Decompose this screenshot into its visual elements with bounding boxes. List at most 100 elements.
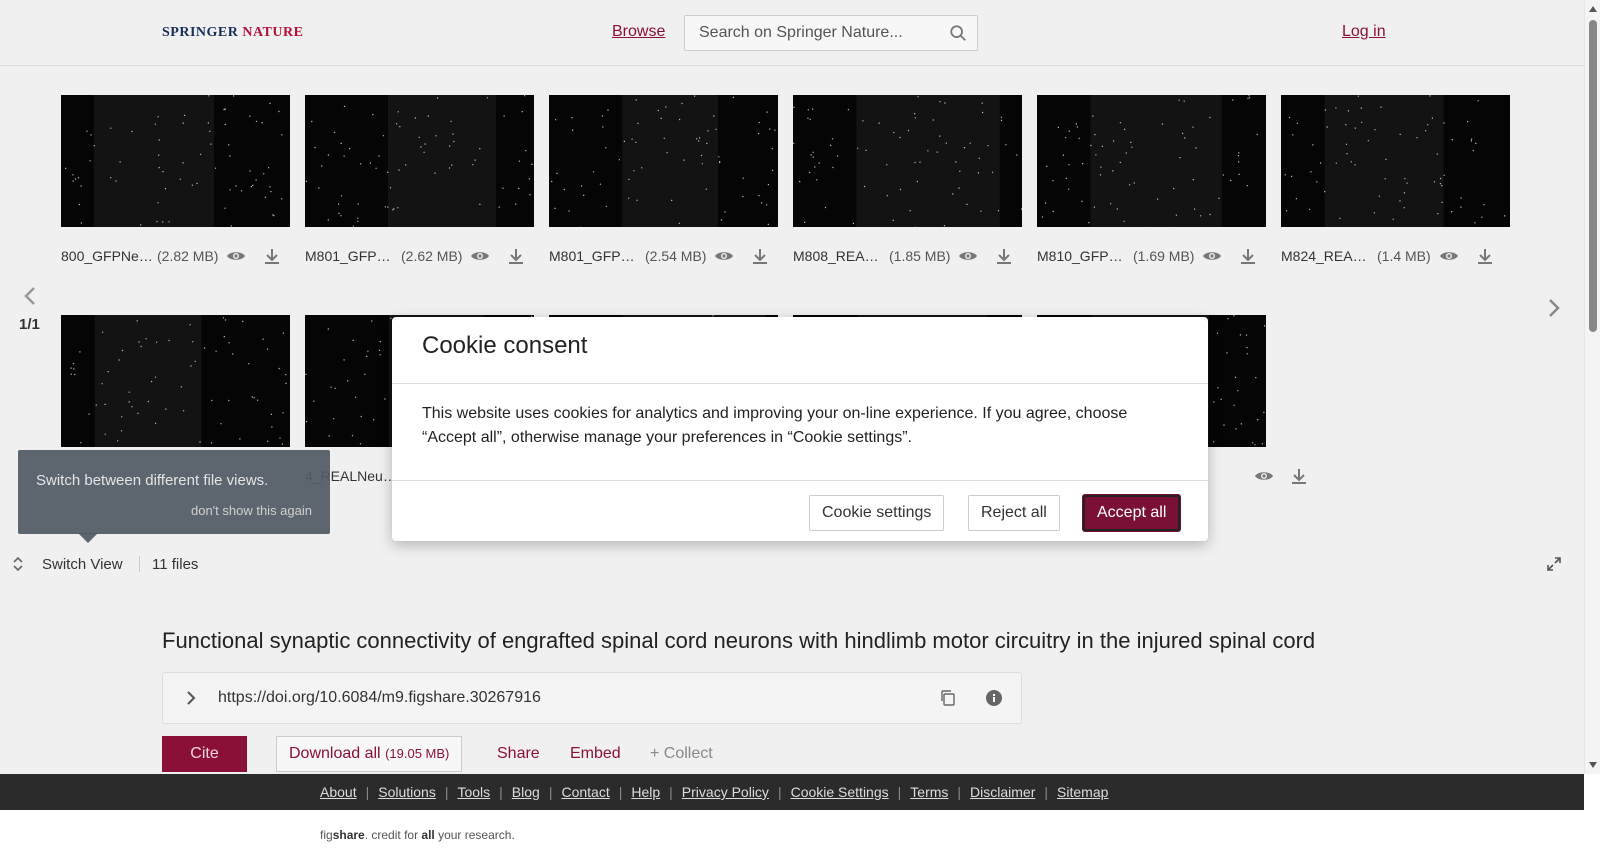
chevron-right-icon[interactable] [1544,296,1564,320]
search-box [684,15,978,51]
reject-all-button[interactable]: Reject all [968,495,1060,531]
download-icon[interactable] [750,246,770,266]
search-icon[interactable] [949,24,967,42]
file-thumbnail[interactable] [61,95,290,227]
footer-links: About | Solutions | Tools | Blog | Contact | Help |… [320,784,1108,800]
eye-icon[interactable] [958,246,978,266]
doi-box: https://doi.org/10.6084/m9.figshare.3026… [162,672,1022,724]
file-name[interactable]: M808_REALNeuN... [793,248,885,264]
eye-icon[interactable] [714,246,734,266]
footer-link-help[interactable]: Help [631,784,660,800]
footer-separator: | [669,784,673,800]
eye-icon[interactable] [470,246,490,266]
login-link[interactable]: Log in [1342,23,1386,41]
file-name[interactable]: M801_GFPNeuN... [305,248,397,264]
file-size: (1.69 MB) [1133,248,1195,264]
footer-link-cookie-settings[interactable]: Cookie Settings [791,784,889,800]
figshare-tagline: figshare. credit for all your research. [320,828,515,842]
footer-link-blog[interactable]: Blog [512,784,540,800]
scroll-down-arrow[interactable] [1589,762,1597,768]
chevron-right-icon[interactable] [183,689,199,707]
eye-icon[interactable] [1202,246,1222,266]
file-thumbnail[interactable] [793,95,1022,227]
file-size: (1.4 MB) [1377,248,1431,264]
toolbar-divider [139,556,140,572]
download-all-button[interactable]: Download all (19.05 MB) [276,736,463,772]
footer-separator: | [499,784,503,800]
file-thumbnail[interactable] [61,315,290,447]
switch-view-tooltip: Switch between different file views. don… [18,450,330,543]
file-size: (2.82 MB) [157,248,219,264]
footer-separator: | [897,784,902,800]
footer-separator: | [365,784,370,800]
search-input[interactable] [685,16,925,50]
file-thumbnail[interactable] [1281,95,1510,227]
cookie-settings-button[interactable]: Cookie settings [809,495,945,531]
info-icon[interactable] [985,689,1003,707]
microscopy-image [1041,95,1258,227]
tooltip-text: Switch between different file views. [36,472,269,489]
file-actions [1246,466,1306,486]
file-size: (2.62 MB) [401,248,463,264]
viewer-toolbar: Switch View 11 files [0,544,1584,584]
file-thumbnail[interactable] [305,95,534,227]
footer-separator: | [1044,784,1049,800]
cite-button[interactable]: Cite [162,736,247,772]
collect-link[interactable]: + Collect [650,745,713,763]
article-section: Functional synaptic connectivity of engr… [0,582,1584,774]
file-name[interactable]: M810_GFPNeuN... [1037,248,1129,264]
share-link[interactable]: Share [497,745,540,763]
file-meta: M810_GFPNeuN...(1.69 MB) [1037,246,1282,266]
page-scrollbar[interactable] [1584,0,1600,774]
scroll-up-arrow[interactable] [1589,6,1597,12]
footer-link-terms[interactable]: Terms [910,784,948,800]
download-icon[interactable] [994,246,1014,266]
footer-link-tools[interactable]: Tools [457,784,490,800]
footer-separator: | [618,784,623,800]
eye-icon[interactable] [1254,466,1274,486]
file-name[interactable]: M801_GFPNeuN... [549,248,641,264]
scrollbar-thumb[interactable] [1589,20,1597,332]
fullscreen-icon[interactable] [1546,556,1562,572]
microscopy-image [65,95,283,227]
eye-icon[interactable] [1439,246,1459,266]
file-meta: M824_REALNeuN...(1.4 MB) [1281,246,1526,266]
file-count: 11 files [152,556,199,573]
file-size: (1.85 MB) [889,248,951,264]
doi-url[interactable]: https://doi.org/10.6084/m9.figshare.3026… [218,689,541,707]
download-icon[interactable] [506,246,526,266]
footer-link-sitemap[interactable]: Sitemap [1057,784,1108,800]
footer-separator: | [957,784,962,800]
switch-view-button[interactable]: Switch View [42,556,123,573]
download-icon[interactable] [262,246,282,266]
microscopy-image [70,315,287,447]
cookie-consent-dialog: Cookie consent This website uses cookies… [392,317,1208,541]
footer-link-contact[interactable]: Contact [561,784,609,800]
embed-link[interactable]: Embed [570,745,621,763]
download-icon[interactable] [1238,246,1258,266]
dialog-footer: Cookie settings Reject all Accept all [392,480,1208,541]
switch-view-icon[interactable] [10,556,26,572]
chevron-left-icon[interactable] [20,284,40,308]
download-icon[interactable] [1290,466,1308,486]
browse-link[interactable]: Browse [612,23,665,41]
microscopy-image [1284,95,1506,227]
footer-link-privacy-policy[interactable]: Privacy Policy [682,784,769,800]
microscopy-image [551,95,776,227]
page-indicator: 1/1 [19,316,40,333]
dialog-body: This website uses cookies for analytics … [422,405,1128,446]
footer-link-solutions[interactable]: Solutions [378,784,436,800]
file-name[interactable]: M824_REALNeuN... [1281,248,1373,264]
footer-link-about[interactable]: About [320,784,357,800]
file-thumbnail[interactable] [549,95,778,227]
eye-icon[interactable] [226,246,246,266]
springer-nature-logo[interactable]: SPRINGER NATURE [162,25,303,41]
file-thumbnail[interactable] [1037,95,1266,227]
accept-all-button[interactable]: Accept all [1083,495,1181,531]
footer-link-disclaimer[interactable]: Disclaimer [970,784,1035,800]
dialog-title: Cookie consent [422,332,588,359]
download-icon[interactable] [1475,246,1495,266]
dont-show-again-link[interactable]: don't show this again [191,503,312,518]
copy-icon[interactable] [939,689,957,707]
file-name[interactable]: 800_GFPNeuN... [61,248,153,264]
